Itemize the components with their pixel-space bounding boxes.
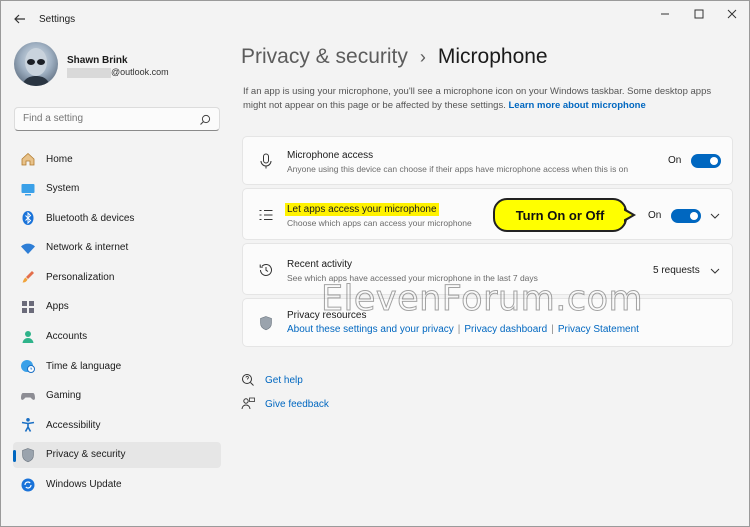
microphone-access-toggle[interactable] bbox=[691, 154, 721, 168]
history-icon bbox=[257, 261, 275, 279]
title-bar: Settings bbox=[1, 1, 749, 37]
search-icon[interactable] bbox=[199, 114, 211, 126]
breadcrumb-separator: › bbox=[419, 46, 426, 67]
learn-more-link[interactable]: Learn more about microphone bbox=[508, 100, 645, 111]
brush-icon bbox=[20, 269, 36, 285]
microphone-access-card[interactable]: Microphone access Anyone using this devi… bbox=[242, 136, 733, 185]
give-feedback-link[interactable]: Give feedback bbox=[265, 399, 329, 410]
sidebar-item-label: Time & language bbox=[46, 360, 122, 372]
help-icon bbox=[242, 374, 254, 386]
page-title: Microphone bbox=[437, 45, 548, 68]
back-button[interactable] bbox=[9, 9, 31, 29]
back-arrow-icon bbox=[14, 14, 25, 24]
search-input[interactable] bbox=[23, 113, 193, 124]
sidebar-item-label: Accessibility bbox=[46, 419, 101, 431]
shield-icon bbox=[20, 447, 36, 463]
close-button[interactable] bbox=[714, 5, 749, 23]
sidebar-item-label: Network & internet bbox=[46, 242, 129, 254]
sidebar-item-system[interactable]: System bbox=[13, 176, 221, 202]
intro-text: If an app is using your microphone, you'… bbox=[243, 85, 723, 113]
app-title: Settings bbox=[39, 14, 76, 25]
link-separator: | bbox=[551, 324, 554, 335]
email-redaction bbox=[67, 68, 111, 78]
apps-access-toggle[interactable] bbox=[671, 209, 701, 223]
home-icon bbox=[20, 151, 36, 167]
privacy-resources-links: About these settings and your privacy | … bbox=[287, 324, 639, 335]
sidebar-item-label: Windows Update bbox=[46, 479, 122, 491]
give-feedback-row[interactable]: Give feedback bbox=[241, 397, 329, 411]
search-box[interactable] bbox=[14, 107, 220, 131]
apps-access-state: On bbox=[648, 210, 662, 221]
minimize-icon bbox=[661, 13, 669, 15]
sidebar-nav: Home System Bluetooth & devices Network … bbox=[13, 146, 221, 501]
microphone-access-state: On bbox=[668, 155, 682, 166]
breadcrumb-parent[interactable]: Privacy & security bbox=[241, 45, 408, 69]
apps-access-card[interactable]: Let apps access your microphone Choose w… bbox=[242, 188, 733, 240]
breadcrumb: Privacy & security › Microphone bbox=[241, 45, 548, 69]
chevron-down-icon[interactable] bbox=[709, 265, 721, 277]
watermark: ElevenForum.com bbox=[320, 279, 644, 320]
accounts-icon bbox=[20, 329, 36, 345]
minimize-button[interactable] bbox=[647, 5, 683, 23]
wifi-icon bbox=[20, 240, 36, 256]
chevron-down-icon[interactable] bbox=[709, 210, 721, 222]
sidebar-item-label: Gaming bbox=[46, 390, 82, 402]
sidebar-item-bluetooth[interactable]: Bluetooth & devices bbox=[13, 205, 221, 231]
maximize-button[interactable] bbox=[681, 5, 717, 23]
sidebar-item-network[interactable]: Network & internet bbox=[13, 235, 221, 261]
recent-activity-title: Recent activity bbox=[287, 259, 353, 270]
apps-access-desc: Choose which apps can access your microp… bbox=[287, 218, 472, 228]
accessibility-icon bbox=[20, 417, 36, 433]
feedback-icon bbox=[241, 397, 255, 410]
privacy-statement-link[interactable]: Privacy Statement bbox=[558, 324, 639, 335]
sidebar-item-personalization[interactable]: Personalization bbox=[13, 264, 221, 290]
sidebar-item-label: System bbox=[46, 183, 80, 195]
sidebar-item-label: Bluetooth & devices bbox=[46, 212, 135, 224]
profile-name: Shawn Brink bbox=[67, 55, 128, 66]
sidebar-item-label: Home bbox=[46, 153, 73, 165]
microphone-icon bbox=[257, 152, 275, 170]
sidebar-item-label: Accounts bbox=[46, 331, 88, 343]
recent-activity-count: 5 requests bbox=[653, 265, 700, 276]
profile-email: @outlook.com bbox=[111, 67, 169, 77]
microphone-access-desc: Anyone using this device can choose if t… bbox=[287, 164, 629, 174]
sidebar-item-gaming[interactable]: Gaming bbox=[13, 383, 221, 409]
sidebar-item-update[interactable]: Windows Update bbox=[13, 472, 221, 498]
sidebar-item-time[interactable]: Time & language bbox=[13, 353, 221, 379]
sidebar-item-apps[interactable]: Apps bbox=[13, 294, 221, 320]
shield-icon bbox=[257, 314, 275, 332]
get-help-row[interactable]: Get help bbox=[241, 373, 303, 387]
sidebar-item-label: Privacy & security bbox=[46, 449, 126, 461]
system-icon bbox=[20, 181, 36, 197]
privacy-dashboard-link[interactable]: Privacy dashboard bbox=[464, 324, 547, 335]
about-privacy-link[interactable]: About these settings and your privacy bbox=[287, 324, 454, 335]
update-icon bbox=[20, 477, 36, 493]
microphone-access-title: Microphone access bbox=[287, 150, 374, 161]
sidebar-item-accessibility[interactable]: Accessibility bbox=[13, 412, 221, 438]
apps-access-title: Let apps access your microphone bbox=[285, 203, 439, 216]
avatar[interactable] bbox=[14, 42, 58, 86]
globe-clock-icon bbox=[20, 358, 36, 374]
gamepad-icon bbox=[20, 388, 36, 404]
list-icon bbox=[257, 206, 275, 224]
link-separator: | bbox=[457, 324, 461, 335]
bluetooth-icon bbox=[20, 210, 36, 226]
sidebar-item-label: Apps bbox=[46, 301, 69, 313]
sidebar-item-label: Personalization bbox=[46, 271, 115, 283]
apps-icon bbox=[20, 299, 36, 315]
callout-pointer-fill bbox=[623, 210, 632, 220]
sidebar-item-accounts[interactable]: Accounts bbox=[13, 324, 221, 350]
close-icon bbox=[727, 9, 737, 19]
maximize-icon bbox=[694, 9, 704, 19]
apps-access-title-text: Let apps access your microphone bbox=[285, 203, 439, 216]
get-help-link[interactable]: Get help bbox=[265, 375, 303, 386]
callout-annotation: Turn On or Off bbox=[493, 198, 627, 232]
settings-window: Settings Shawn Brink @outlook.com Find a… bbox=[0, 0, 750, 527]
sidebar-item-privacy[interactable]: Privacy & security bbox=[13, 441, 221, 468]
sidebar-item-home[interactable]: Home bbox=[13, 146, 221, 172]
